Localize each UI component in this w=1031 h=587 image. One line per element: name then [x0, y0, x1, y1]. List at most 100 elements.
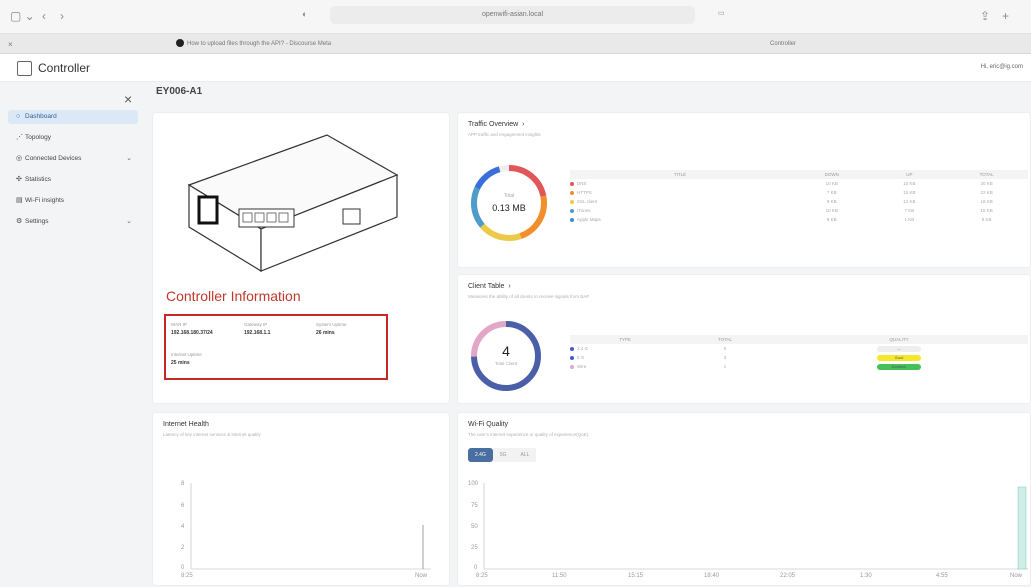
field-label: Gateway IP [244, 322, 268, 327]
value-total: 20 KB [980, 181, 993, 186]
controller-info-title: Controller Information [166, 288, 301, 304]
tab-controller[interactable]: Controller [770, 38, 796, 51]
traffic-title[interactable]: Traffic Overview › [468, 121, 524, 128]
statistics-icon: ✣ [16, 176, 22, 183]
client-type: Wire [570, 362, 680, 371]
field-label: Internet Uptime [171, 352, 202, 357]
client-type: 2.4 G [570, 344, 680, 353]
quality-badge: Good [877, 354, 921, 361]
field-label: System Uptime [316, 322, 347, 327]
app-name: iTunes [570, 206, 790, 215]
series-dot [570, 355, 574, 360]
page-title: EY006-A1 [156, 86, 203, 97]
controller-info-box: WAN IP 192.168.180.37/24 Gateway IP 192.… [164, 314, 388, 380]
client-table-card: Client Table › Measures the ability of a… [457, 274, 1031, 404]
client-table: TYPE TOTAL QUALITY 2.4 G 0 --- 5 G 3 Goo… [570, 335, 1028, 371]
y-tick: 100 [468, 481, 479, 487]
tab-discourse[interactable]: How to upload files through the API? - D… [176, 38, 331, 51]
internet-uptime-field: Internet Uptime 25 mins [171, 352, 202, 366]
value-down: 7 KB [826, 190, 837, 195]
x-tick: 18:40 [704, 573, 720, 579]
close-tab-icon[interactable]: × [8, 38, 13, 51]
sidebar-toggle-icon[interactable]: ▢ ⌄ [10, 9, 35, 23]
circle-icon: ○ [16, 113, 21, 120]
column-total: TOTAL [945, 170, 1028, 179]
series-dot [570, 208, 574, 213]
app-name: SSL client [570, 197, 790, 206]
y-tick: 8 [181, 481, 185, 487]
traffic-table: TITLE DOWN UP TOTAL DNS 10 KB 10 KB 20 K… [570, 170, 1028, 224]
x-tick: 22:05 [780, 573, 796, 579]
value-up: 15 KB [903, 190, 916, 195]
client-total: 0 [723, 346, 727, 351]
sidebar-item-statistics[interactable]: ✣ Statistics [8, 173, 138, 187]
forward-icon[interactable]: › [60, 9, 64, 23]
y-tick: 4 [181, 524, 185, 530]
new-tab-icon[interactable]: + [1002, 9, 1009, 23]
field-value: 192.168.180.37/24 [171, 330, 213, 336]
table-row: 2.4 G 0 --- [570, 344, 1028, 353]
sidebar-item-dashboard[interactable]: ○ Dashboard [8, 110, 138, 124]
traffic-donut-value: 0.13 MB [492, 203, 526, 213]
table-row: iTunes 10 KB 7 KB 15 KB [570, 206, 1028, 215]
app-name: HTTPS [570, 188, 790, 197]
sidebar-item-wifi-insights[interactable]: ▤ Wi-Fi insights [8, 194, 138, 208]
reader-icon[interactable]: ▭ [718, 9, 725, 17]
sidebar-item-settings[interactable]: ⚙ Settings ⌄ [8, 215, 138, 229]
x-tick: 8:25 [476, 573, 488, 579]
column-quality: QUALITY [770, 335, 1028, 344]
url-bar[interactable]: openwifi-asian.local [330, 6, 695, 24]
field-value: 192.168.1.1 [244, 330, 271, 336]
traffic-donut-label: Total [503, 193, 515, 199]
sidebar: × ○ Dashboard ⋰ Topology ◎ Connected Device… [0, 82, 146, 586]
share-icon[interactable]: ⇪ [980, 9, 990, 23]
field-value: 26 mins [316, 330, 335, 336]
user-greeting[interactable]: Hi, eric@ig.com [981, 64, 1023, 70]
shield-icon: ◐ [302, 9, 308, 19]
brand-name: Controller [38, 61, 91, 75]
value-total: 9 KB [981, 217, 992, 222]
x-tick: 11:50 [552, 573, 567, 579]
client-table-title[interactable]: Client Table › [468, 283, 511, 290]
sidebar-item-label: Dashboard [25, 113, 57, 120]
chevron-right-icon: › [506, 283, 511, 290]
y-tick: 25 [471, 545, 478, 551]
sidebar-item-topology[interactable]: ⋰ Topology [8, 131, 138, 145]
tab-controller-label: Controller [770, 41, 797, 47]
table-row: Apple Maps 8 KB 1 KB 9 KB [570, 215, 1028, 224]
table-header: TITLE DOWN UP TOTAL [570, 170, 1028, 179]
sidebar-item-connected-devices[interactable]: ◎ Connected Devices ⌄ [8, 152, 138, 166]
series-dot [570, 346, 574, 351]
chevron-down-icon: ⌄ [126, 218, 132, 225]
y-tick: 2 [181, 545, 185, 551]
client-type: 5 G [570, 353, 680, 362]
x-tick: 4:55 [936, 573, 948, 579]
client-quality: Good [770, 353, 1028, 362]
field-value: 25 mins [171, 360, 190, 366]
y-tick: 6 [181, 503, 185, 509]
sidebar-item-label: Settings [25, 218, 49, 225]
series-dot [570, 199, 574, 204]
close-icon[interactable]: × [124, 91, 132, 107]
value-up: 7 KB [904, 208, 915, 213]
client-donut-label: Total Client [494, 361, 518, 366]
column-title: TITLE [570, 170, 790, 179]
column-type: TYPE [570, 335, 680, 344]
value-up: 12 KB [903, 199, 916, 204]
y-tick: 0 [181, 565, 185, 571]
value-up: 10 KB [903, 181, 916, 186]
back-icon[interactable]: ‹ [42, 9, 46, 23]
wifi-insights-icon: ▤ [16, 197, 23, 204]
tab-discourse-label: How to upload files through the API? - D… [187, 41, 332, 47]
value-down: 10 KB [825, 181, 838, 186]
internet-health-card: Internet Health Latency of key internet … [152, 412, 450, 586]
series-dot [570, 217, 574, 222]
tab-bar: × How to upload files through the API? -… [0, 34, 1031, 54]
controller-logo-icon [17, 61, 32, 76]
app-header: Controller Hi, eric@ig.com [0, 54, 1031, 82]
client-table-subtitle: Measures the ability of all clients to r… [468, 294, 590, 299]
client-donut-value: 4 [502, 343, 510, 359]
x-tick: 15:15 [628, 573, 644, 579]
router-illustration [187, 134, 399, 273]
column-total: TOTAL [680, 335, 770, 344]
